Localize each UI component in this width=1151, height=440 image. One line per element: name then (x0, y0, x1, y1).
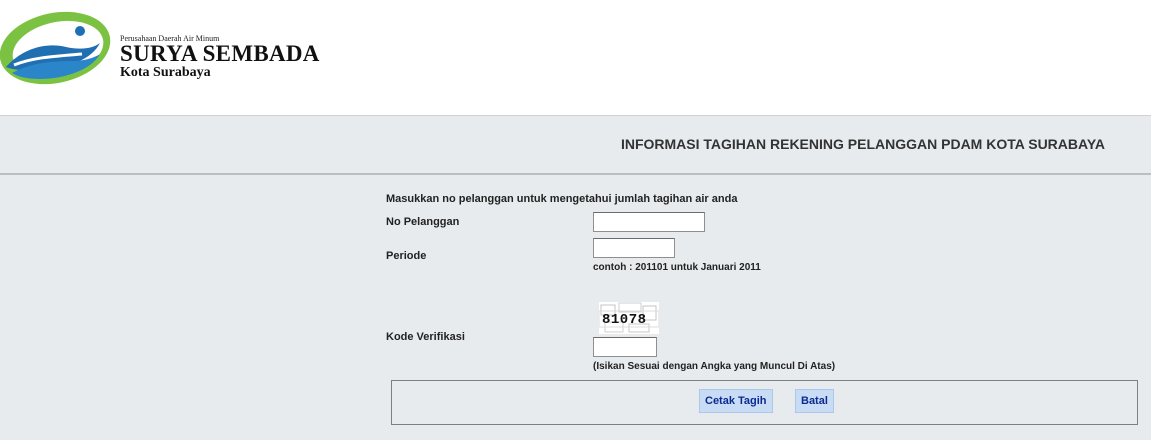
logo-brand: SURYA SEMBADA (120, 41, 320, 66)
form-instruction: Masukkan no pelanggan untuk mengetahui j… (386, 193, 738, 205)
customer-number-input[interactable] (593, 212, 705, 232)
customer-number-label: No Pelanggan (386, 216, 460, 228)
captcha-image: 81078 (599, 302, 659, 334)
period-label: Periode (386, 250, 427, 262)
cancel-button[interactable]: Batal (795, 389, 834, 413)
billing-form: Masukkan no pelanggan untuk mengetahui j… (0, 175, 1151, 440)
period-hint: contoh : 201101 untuk Januari 2011 (593, 262, 761, 273)
verification-label: Kode Verifikasi (386, 331, 465, 343)
verification-hint: (Isikan Sesuai dengan Angka yang Muncul … (593, 361, 836, 372)
captcha-code: 81078 (602, 312, 647, 328)
title-band: INFORMASI TAGIHAN REKENING PELANGGAN PDA… (0, 116, 1151, 175)
page-header: Perusahaan Daerah Air Minum SURYA SEMBAD… (0, 0, 1151, 116)
logo-city: Kota Surabaya (120, 65, 211, 80)
pdam-logo-icon (0, 11, 111, 85)
logo-text: Perusahaan Daerah Air Minum SURYA SEMBAD… (120, 34, 320, 80)
print-bill-button[interactable]: Cetak Tagih (699, 389, 773, 413)
button-panel: Cetak Tagih Batal (391, 380, 1138, 425)
page-title: INFORMASI TAGIHAN REKENING PELANGGAN PDA… (620, 136, 1105, 152)
verification-code-input[interactable] (593, 337, 657, 357)
period-input[interactable] (593, 238, 675, 258)
